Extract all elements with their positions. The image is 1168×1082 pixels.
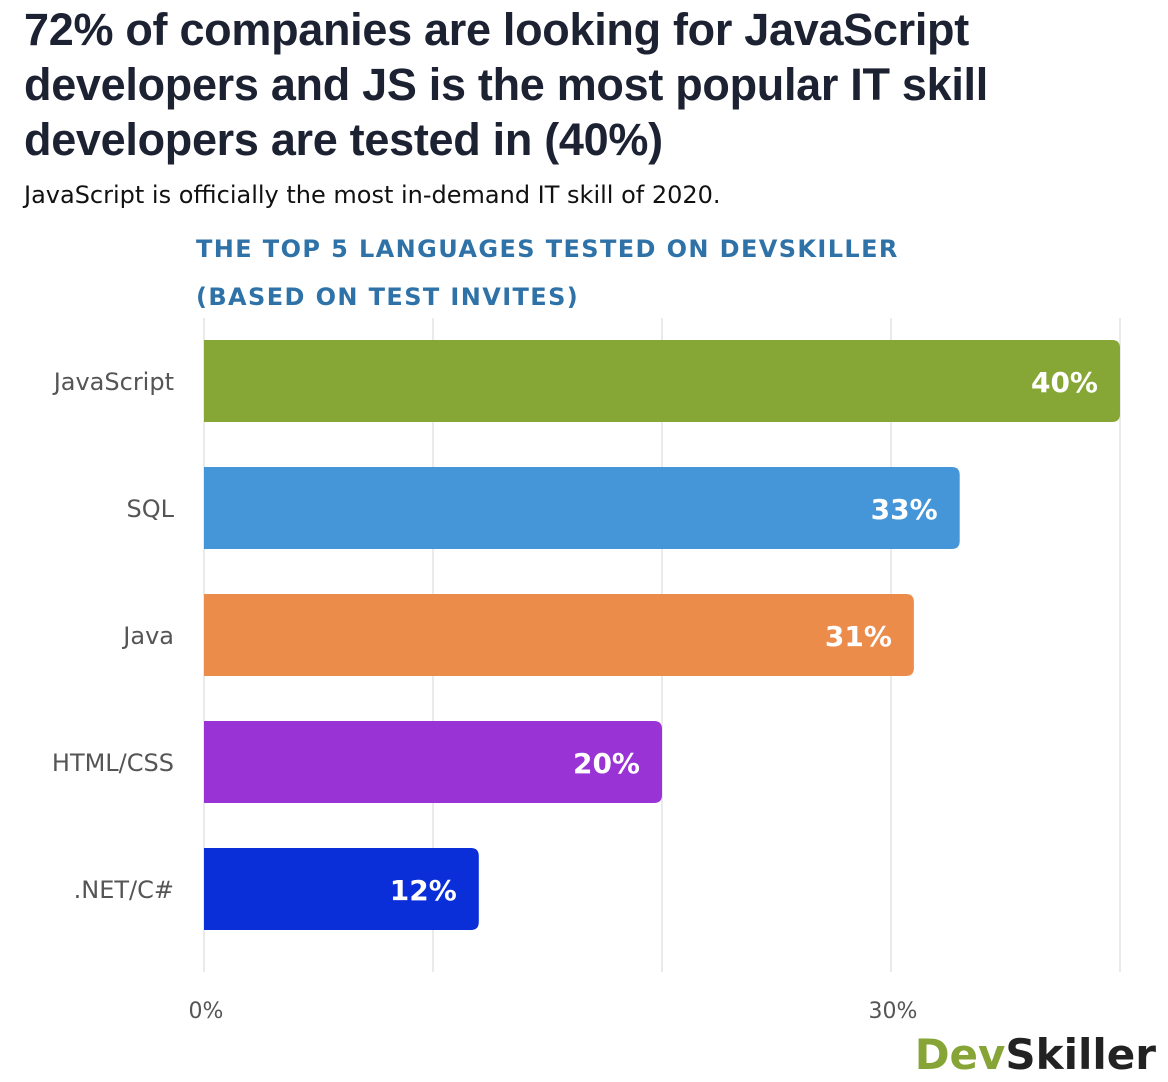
x-tick-label: 0% [189,999,224,1024]
category-label: .NET/C# [74,876,174,904]
x-tick-label: 30% [869,999,918,1024]
value-label: 40% [1031,366,1098,399]
logo-part-skiller: Skiller [1005,1030,1156,1079]
bar-chart: JavaScript 40% SQL 33% Java 31% HTML/CSS 20% .NE… [52,318,1121,1024]
value-label: 20% [573,747,640,780]
value-label: 12% [390,874,457,907]
bar [204,467,960,549]
category-label: JavaScript [52,368,174,396]
logo-part-dev: Dev [914,1030,1006,1079]
value-label: 31% [825,620,892,653]
category-label: SQL [127,495,175,523]
bar [204,340,1120,422]
devskiller-logo: DevSkiller [915,1030,1156,1080]
category-label: Java [121,622,174,650]
value-label: 33% [871,493,938,526]
bar [204,594,914,676]
category-label: HTML/CSS [52,749,174,777]
